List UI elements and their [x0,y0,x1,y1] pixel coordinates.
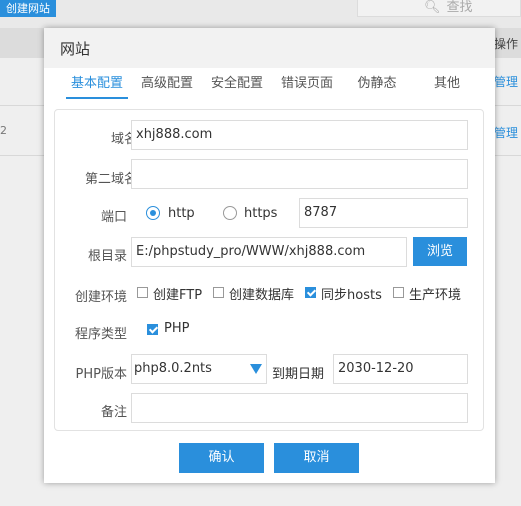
domain-input[interactable]: xhj888.com [131,120,468,150]
tab-advanced-config[interactable]: 高级配置 [132,73,202,99]
search-icon: 🔍︎ [424,0,441,15]
php-version-select[interactable]: php8.0.2nts [131,354,267,384]
browse-button[interactable]: 浏览 [413,237,467,266]
https-label: https [244,206,278,221]
tab-security-config[interactable]: 安全配置 [202,73,272,99]
production-env-checkbox[interactable] [393,287,404,298]
tab-bar: 基本配置 高级配置 安全配置 错误页面 伪静态 其他 [62,73,482,99]
confirm-button[interactable]: 确认 [179,443,264,473]
create-db-checkbox[interactable] [213,287,224,298]
https-radio[interactable] [223,206,237,220]
second-domain-input[interactable] [131,159,468,189]
search-placeholder: 查找 [446,0,473,15]
tab-rewrite[interactable]: 伪静态 [342,73,412,99]
http-radio[interactable] [146,206,160,220]
port-label: 端口 [100,210,127,225]
expire-date-label: 到期日期 [272,367,325,382]
remark-label: 备注 [100,405,127,420]
php-checkbox[interactable] [147,324,158,335]
sync-hosts-label: 同步hosts [321,288,382,303]
tab-other[interactable]: 其他 [412,73,482,99]
operation-column-header: 操作 [494,37,519,51]
create-db-label: 创建数据库 [229,288,295,303]
domain-label: 域名 [110,132,137,147]
production-env-label: 生产环境 [409,288,462,303]
sync-hosts-checkbox[interactable] [305,287,316,298]
root-dir-input[interactable]: E:/phpstudy_pro/WWW/xhj888.com [131,237,407,267]
tab-error-pages[interactable]: 错误页面 [272,73,342,99]
second-domain-label: 第二域名 [84,172,137,187]
manage-link[interactable]: 管理 [494,73,518,90]
manage-link[interactable]: 管理 [494,124,518,141]
tab-basic-config[interactable]: 基本配置 [66,73,128,99]
expire-date-input[interactable]: 2030-12-20 [333,354,468,384]
cancel-button[interactable]: 取消 [274,443,359,473]
php-label: PHP [164,321,190,336]
php-version-label: PHP版本 [75,367,127,382]
php-version-value: php8.0.2nts [134,361,212,376]
create-ftp-label: 创建FTP [153,288,203,303]
program-type-label: 程序类型 [74,327,127,342]
http-label: http [168,206,195,221]
search-box[interactable]: 🔍︎ 查找 [357,0,521,17]
create-ftp-checkbox[interactable] [137,287,148,298]
config-panel: 域名 xhj888.com 第二域名 端口 http https 8787 根目… [54,109,484,431]
root-dir-label: 根目录 [87,249,127,264]
port-input[interactable]: 8787 [299,198,468,228]
env-label: 创建环境 [74,290,127,305]
remark-input[interactable] [131,393,468,423]
dialog-title: 网站 [44,28,495,68]
chevron-down-icon [250,364,262,374]
create-site-button[interactable]: 创建网站 [0,0,56,17]
row-mark: 2 [0,124,7,137]
site-dialog: 网站 基本配置 高级配置 安全配置 错误页面 伪静态 其他 域名 xhj888.… [44,28,495,483]
